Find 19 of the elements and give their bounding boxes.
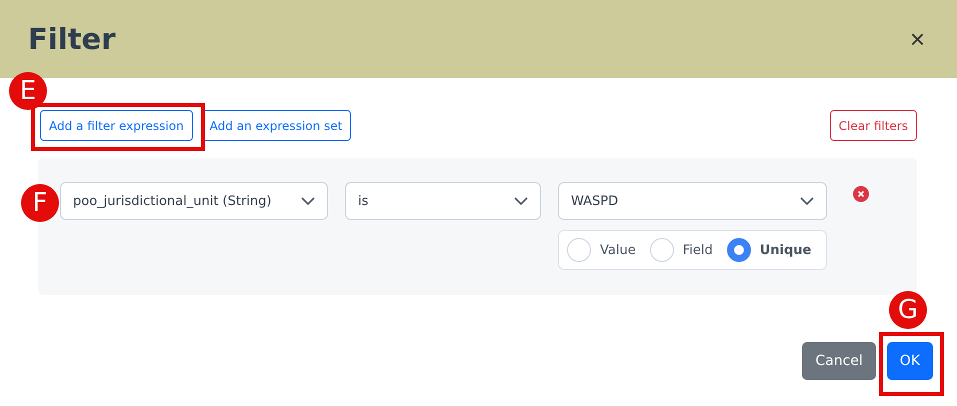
- annotation-badge: G: [889, 291, 927, 329]
- close-button[interactable]: ×: [906, 26, 929, 52]
- clear-filters-button[interactable]: Clear filters: [830, 110, 917, 141]
- annotation-badge: F: [21, 184, 59, 222]
- operator-select[interactable]: is: [345, 182, 541, 220]
- cancel-button[interactable]: Cancel: [802, 342, 876, 380]
- remove-icon[interactable]: [853, 186, 869, 202]
- source-radio[interactable]: Field: [650, 238, 713, 262]
- add-button[interactable]: Add a filter expression: [40, 110, 193, 141]
- chevron-down-icon: [301, 197, 315, 205]
- field-select[interactable]: poo_jurisdictional_unit (String): [60, 182, 328, 220]
- chevron-down-icon: [514, 197, 528, 205]
- annotation-badge: E: [9, 72, 47, 110]
- value-select[interactable]: WASPD: [558, 182, 827, 220]
- source-radio[interactable]: Value: [567, 238, 636, 262]
- dialog-title: Filter: [28, 22, 116, 56]
- source-radio[interactable]: Unique: [726, 238, 812, 262]
- chevron-down-icon: [800, 197, 814, 205]
- ok-button[interactable]: OK: [886, 342, 933, 380]
